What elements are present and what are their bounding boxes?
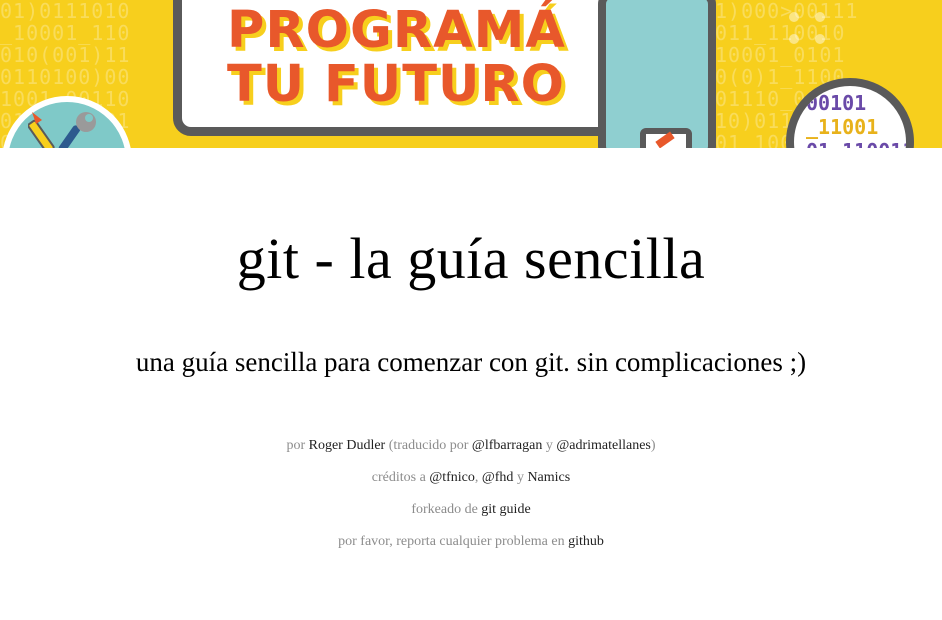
credits-line-fork: forkeado de git guide	[0, 494, 942, 526]
banner-title-line1: PROGRAMÁ	[227, 1, 566, 60]
credits-line-author: por Roger Dudler (traducido por @lfbarra…	[0, 430, 942, 462]
credits-line-thanks: créditos a @tfnico, @fhd y Namics	[0, 462, 942, 494]
page-title: git - la guía sencilla	[236, 226, 706, 291]
lens-line1: 00101	[806, 91, 867, 115]
main-content: git - la guía sencilla una guía sencilla…	[0, 224, 942, 558]
translator-link-lfbarragan[interactable]: @lfbarragan	[472, 438, 542, 453]
tools-icon	[28, 112, 96, 148]
page-subtitle: una guía sencilla para comenzar con git.…	[135, 347, 807, 377]
lens-line2: _11001	[806, 115, 879, 139]
translator-link-adrimatellanes[interactable]: @adrimatellanes	[556, 438, 651, 453]
header-banner: 01)0111010 _10001_110 010(001)11 0110100…	[0, 0, 942, 148]
banner-sign: PROGRAMÁ TU FUTURO	[173, 0, 621, 136]
credits-text: por favor, reporta cualquier problema en	[338, 534, 569, 549]
credits-line-report: por favor, reporta cualquier problema en…	[0, 526, 942, 558]
device-screen	[598, 0, 716, 148]
credits-text: forkeado de	[411, 502, 482, 517]
credits-section: por Roger Dudler (traducido por @lfbarra…	[0, 430, 942, 558]
banner-title-line2: TU FUTURO	[227, 55, 566, 114]
credits-text: por	[286, 438, 309, 453]
credits-text: ,	[474, 470, 482, 485]
credits-text: y	[542, 438, 557, 453]
author-link[interactable]: Roger Dudler	[309, 438, 386, 453]
credit-link-namics[interactable]: Namics	[527, 470, 570, 485]
credit-link-fhd[interactable]: @fhd	[482, 470, 514, 485]
credits-text: créditos a	[371, 470, 430, 485]
lens-line3: 01_110011	[806, 140, 906, 148]
decorative-dots	[789, 12, 835, 52]
credits-text: )	[650, 438, 656, 453]
git-guide-link[interactable]: git guide	[481, 502, 530, 517]
github-link[interactable]: github	[568, 534, 604, 549]
credit-link-tfnico[interactable]: @tfnico	[429, 470, 475, 485]
credits-text: y	[513, 470, 528, 485]
credits-text: (traducido por	[385, 438, 472, 453]
